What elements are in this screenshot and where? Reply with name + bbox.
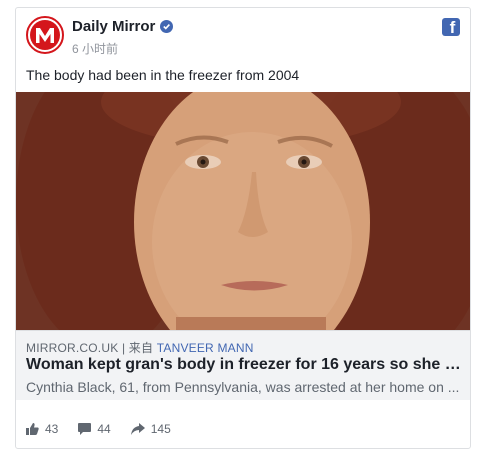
share-count: 145: [150, 422, 171, 436]
link-author[interactable]: TANVEER MANN: [157, 341, 254, 355]
link-title[interactable]: Woman kept gran's body in freezer for 16…: [26, 356, 462, 374]
post-text: The body had been in the freezer from 20…: [26, 67, 300, 83]
link-domain: MIRROR.CO.UK: [26, 341, 119, 355]
facebook-icon[interactable]: f: [442, 18, 460, 36]
thumbs-up-icon: [26, 423, 39, 435]
link-description: Cynthia Black, 61, from Pennsylvania, wa…: [26, 379, 460, 395]
facebook-post-card: Daily Mirror 6 小时前 f The body had been i…: [15, 7, 471, 449]
like-count: 43: [45, 422, 59, 436]
share-arrow-icon: [130, 423, 145, 435]
daily-mirror-logo[interactable]: [26, 16, 64, 54]
source-separator: | 来自: [118, 341, 157, 355]
link-source: MIRROR.CO.UK | 来自 TANVEER MANN: [26, 339, 254, 356]
page-name-label[interactable]: Daily Mirror: [72, 18, 155, 35]
like-action[interactable]: 43: [26, 422, 58, 436]
logo-m-icon: [30, 20, 60, 50]
article-image[interactable]: [16, 92, 470, 330]
engagement-bar: 43 44 145: [26, 422, 171, 436]
post-header: Daily Mirror 6 小时前 f: [26, 16, 460, 58]
verified-badge-icon: [160, 20, 174, 33]
link-preview[interactable]: MIRROR.CO.UK | 来自 TANVEER MANN Woman kep…: [16, 330, 470, 400]
comment-count: 44: [97, 422, 111, 436]
share-action[interactable]: 145: [130, 422, 171, 436]
comment-bubble-icon: [78, 423, 92, 435]
post-timestamp[interactable]: 6 小时前: [72, 40, 118, 57]
page-name[interactable]: Daily Mirror: [72, 18, 174, 35]
comment-action[interactable]: 44: [78, 422, 111, 436]
